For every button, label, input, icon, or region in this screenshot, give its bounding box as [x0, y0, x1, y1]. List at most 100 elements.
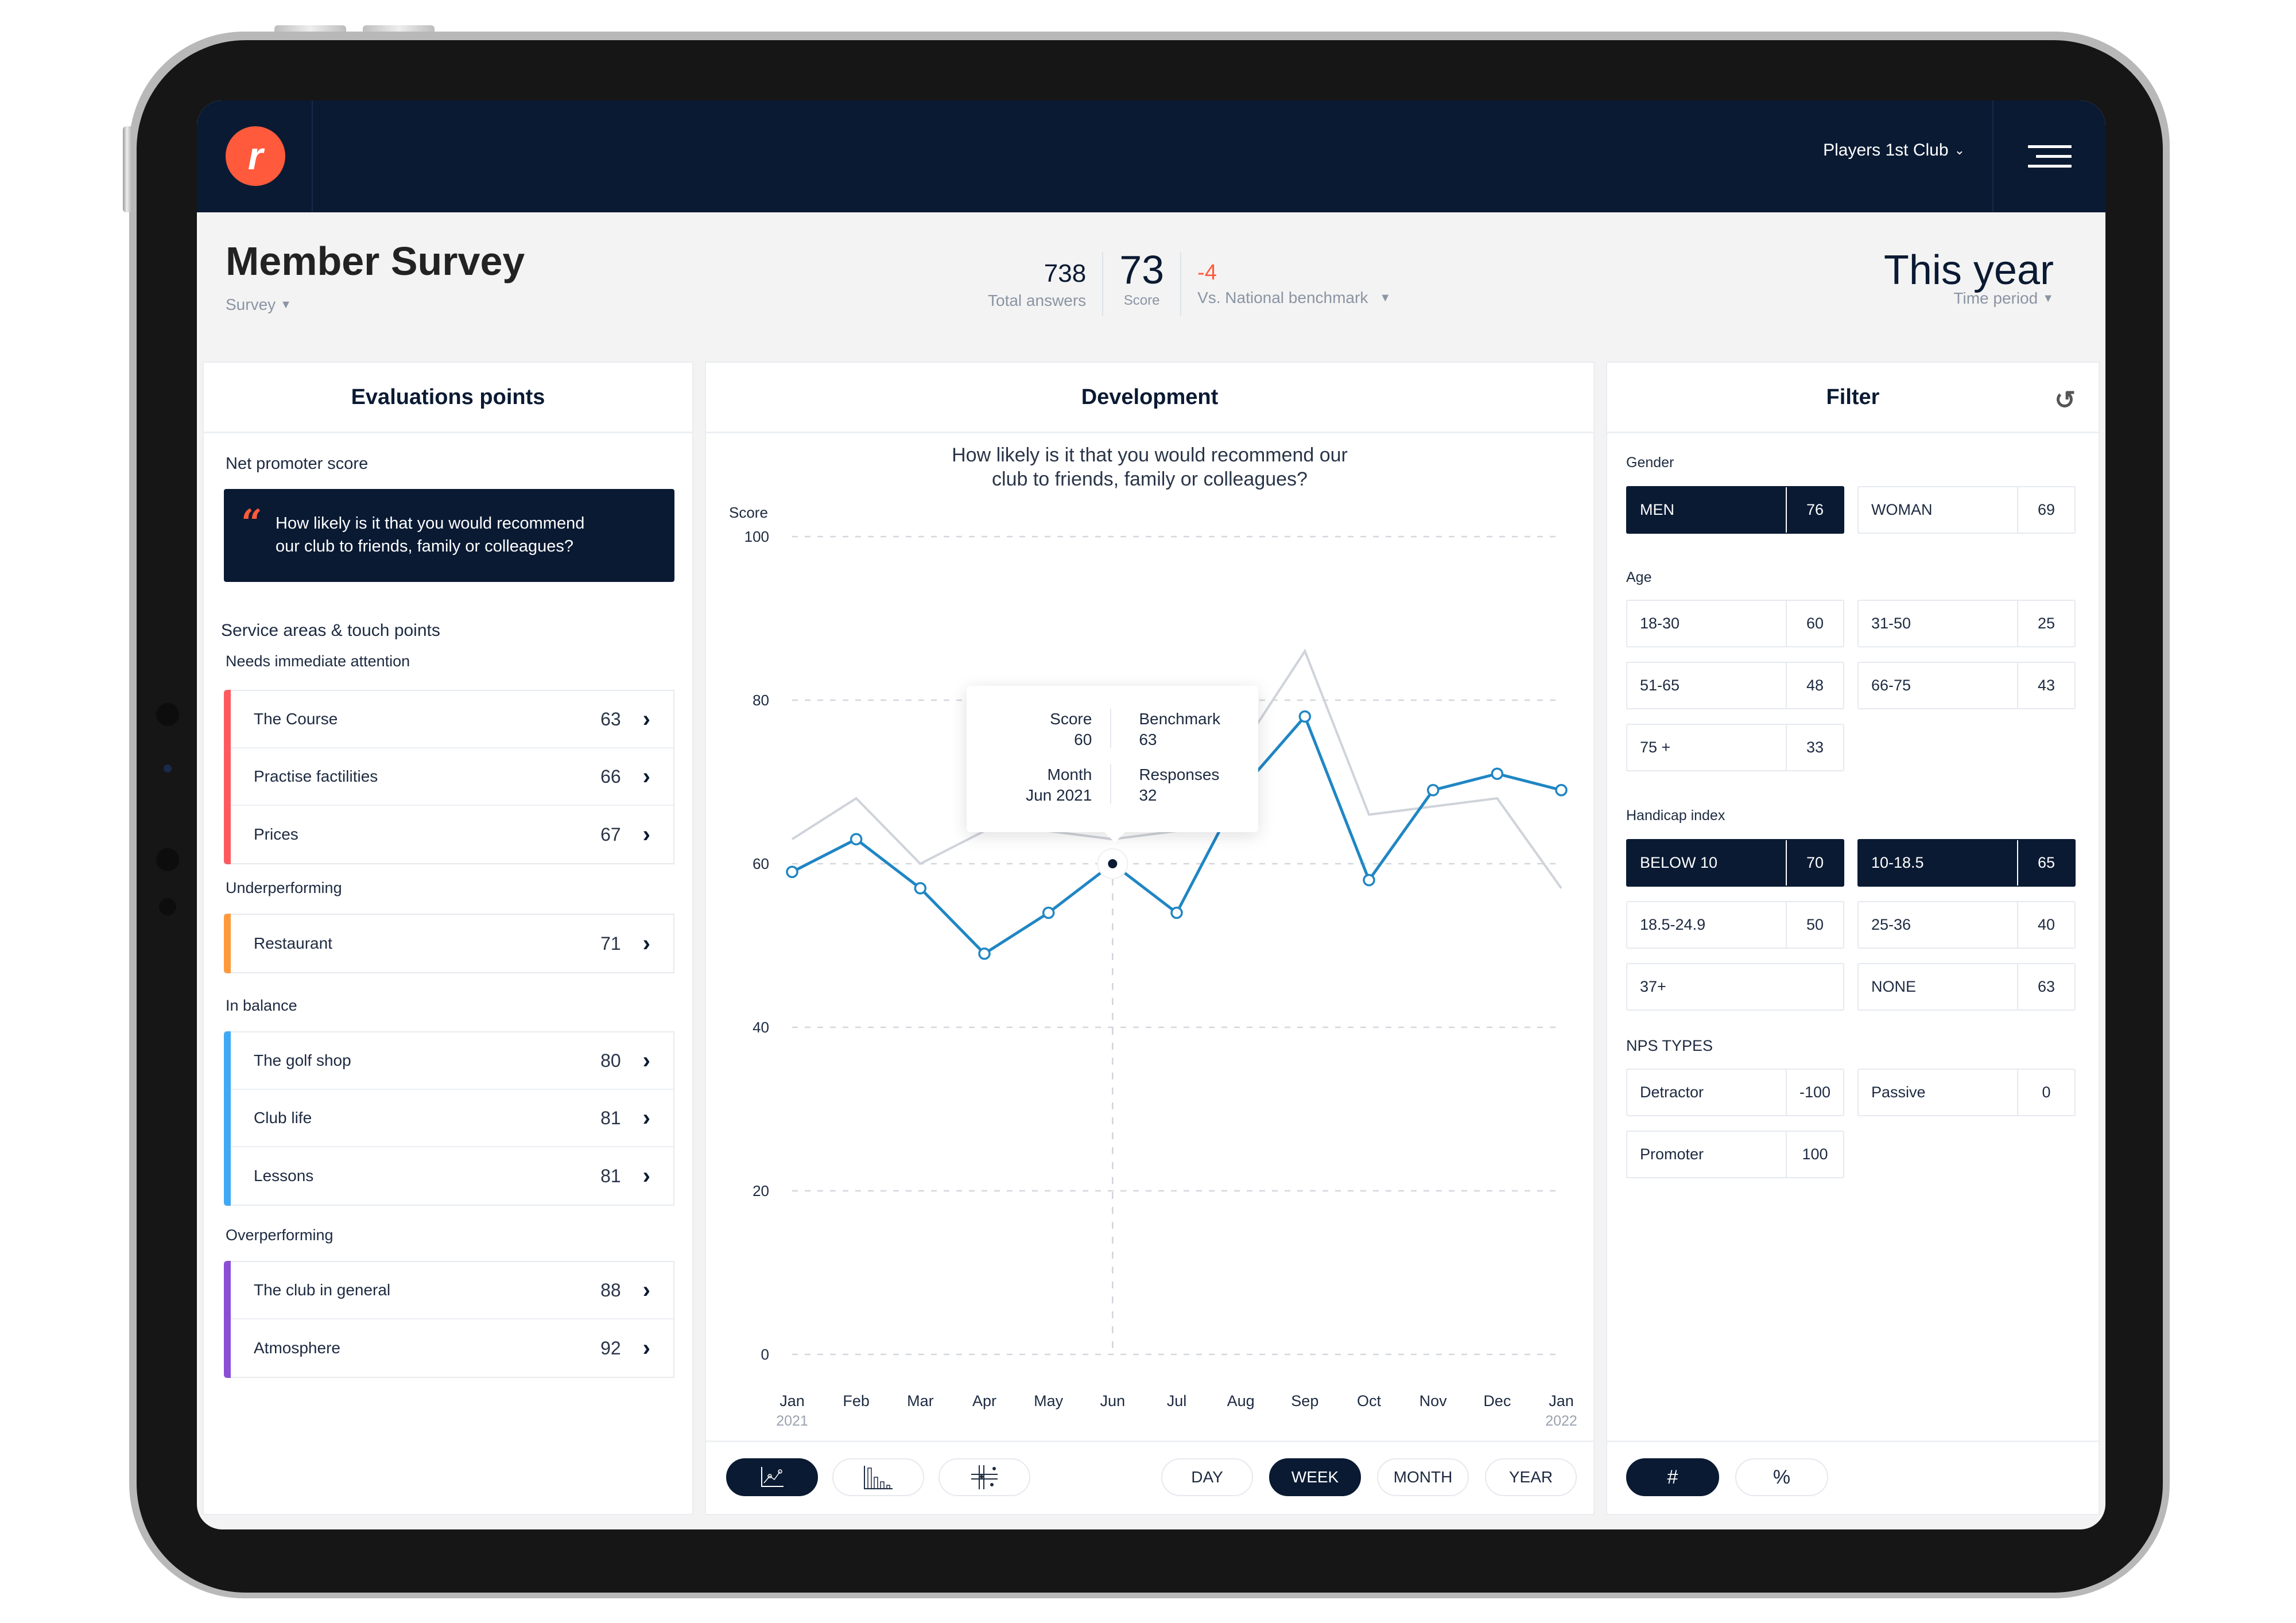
score-data-point — [850, 833, 863, 845]
evaluation-group: The club in general 88 › Atmosphere 92 › — [224, 1261, 674, 1378]
tablet-camera — [156, 848, 179, 871]
evaluation-item[interactable]: The Course 63 › — [225, 691, 673, 748]
status-color-bar — [224, 1031, 231, 1206]
summary-stats: 738 Total answers 73 Score -4 Vs. Nation… — [972, 247, 1407, 316]
tooltip-score-label: Score — [1050, 710, 1092, 728]
app-screen: r Players 1st Club ⌄ Member Survey Surve… — [197, 100, 2105, 1529]
evaluation-item-score: 81 — [600, 1165, 621, 1186]
filter-chip-count: 70 — [1786, 840, 1843, 886]
chevron-right-icon: › — [642, 1105, 650, 1131]
benchmark-dropdown[interactable]: Vs. National benchmark ▼ — [1197, 289, 1391, 307]
filter-chip[interactable]: MEN 76 — [1626, 486, 1844, 534]
filter-chip[interactable]: Passive 0 — [1857, 1069, 2076, 1116]
bar-chart-icon — [864, 1466, 893, 1489]
filter-chip[interactable]: Detractor -100 — [1626, 1069, 1844, 1116]
filter-chip-count: 25 — [2017, 601, 2074, 646]
chevron-down-icon: ⌄ — [1954, 143, 1965, 157]
highlight-point — [1108, 859, 1118, 868]
y-tick-label: 60 — [753, 855, 769, 872]
filter-chip[interactable]: Promoter 100 — [1626, 1131, 1844, 1178]
filter-chip-label: 10-18.5 — [1871, 854, 1924, 871]
chevron-right-icon: › — [642, 930, 650, 956]
filter-section-label: Gender — [1626, 455, 1674, 471]
evaluation-item[interactable]: The golf shop 80 › — [225, 1032, 673, 1090]
chevron-right-icon: › — [642, 1277, 650, 1303]
filter-chip-label: MEN — [1640, 501, 1674, 518]
time-period[interactable]: This year Time period ▼ — [1884, 247, 2054, 308]
tooltip-responses-value: 32 — [1139, 786, 1157, 804]
filter-chip-label: 66-75 — [1871, 677, 1911, 694]
score-label: Score — [1123, 293, 1160, 308]
filter-chip-count: 40 — [2017, 902, 2074, 948]
filter-chip[interactable]: BELOW 10 70 — [1626, 839, 1844, 887]
filter-section-label: NPS TYPES — [1626, 1037, 1713, 1054]
granularity-day-button[interactable]: DAY — [1161, 1458, 1253, 1496]
filter-chip[interactable]: 51-65 48 — [1626, 662, 1844, 709]
evaluation-item[interactable]: Prices 67 › — [225, 806, 673, 863]
evaluation-item[interactable]: Restaurant 71 › — [225, 915, 673, 972]
granularity-year-button[interactable]: YEAR — [1485, 1458, 1577, 1496]
benchmark-stat[interactable]: -4 Vs. National benchmark ▼ — [1181, 247, 1407, 307]
evaluation-item[interactable]: Atmosphere 92 › — [225, 1319, 673, 1377]
filter-chip[interactable]: WOMAN 69 — [1857, 486, 2076, 534]
y-tick-label: 20 — [753, 1182, 769, 1199]
benchmark-label: Vs. National benchmark — [1197, 289, 1368, 306]
score-data-point — [1298, 710, 1312, 723]
line-chart-button[interactable] — [726, 1458, 818, 1496]
x-tick-label: Oct — [1357, 1392, 1382, 1410]
nps-question-line: How likely is it that you would recommen… — [276, 514, 585, 533]
filter-chip-count: 50 — [1786, 902, 1843, 948]
x-tick-label: Apr — [972, 1392, 996, 1410]
group-label: In balance — [226, 997, 297, 1014]
filter-chip-count: 43 — [2017, 663, 2074, 708]
score-data-point — [786, 865, 798, 878]
percent-unit-button[interactable]: % — [1735, 1458, 1828, 1496]
evaluation-item-score: 80 — [600, 1050, 621, 1071]
tablet-camera — [159, 898, 176, 915]
evaluation-item[interactable]: The club in general 88 › — [225, 1262, 673, 1319]
status-color-bar — [224, 690, 231, 864]
count-unit-button[interactable]: # — [1626, 1458, 1719, 1496]
filter-chip[interactable]: 75 + 33 — [1626, 724, 1844, 771]
evaluation-item[interactable]: Lessons 81 › — [225, 1147, 673, 1205]
y-tick-label: 100 — [744, 528, 769, 545]
filter-chip[interactable]: 18-30 60 — [1626, 600, 1844, 647]
line-chart[interactable]: Score 0 20 40 60 80 100 Jan 2021 Feb Mar Apr May Jun J… — [706, 363, 1593, 1442]
x-tick-label: Aug — [1227, 1392, 1255, 1410]
chevron-down-icon: ▼ — [280, 298, 292, 311]
bar-chart-button[interactable] — [832, 1458, 924, 1496]
evaluation-item[interactable]: Club life 81 › — [225, 1090, 673, 1147]
filter-chip[interactable]: 37+ — [1626, 963, 1844, 1011]
score-data-point — [1491, 767, 1504, 780]
granularity-week-button[interactable]: WEEK — [1269, 1458, 1361, 1496]
reset-icon[interactable]: ↺ — [2054, 386, 2076, 415]
scatter-chart-icon — [971, 1465, 998, 1489]
x-tick-label: Jan — [1549, 1392, 1574, 1410]
evaluation-group: The golf shop 80 › Club life 81 › Lessons 81 › — [224, 1031, 674, 1206]
chart-toolbar: DAY WEEK MONTH YEAR — [706, 1440, 1593, 1514]
filter-chip[interactable]: 25-36 40 — [1857, 901, 2076, 949]
filter-chip[interactable]: 18.5-24.9 50 — [1626, 901, 1844, 949]
filter-chip-label: 75 + — [1640, 739, 1671, 756]
evaluation-item[interactable]: Practise factilities 66 › — [225, 748, 673, 806]
nps-question-card[interactable]: “ How likely is it that you would recomm… — [224, 489, 674, 582]
nps-label: Net promoter score — [226, 455, 369, 473]
tooltip-month: Month Jun 2021 — [1026, 764, 1092, 806]
filter-chip[interactable]: 66-75 43 — [1857, 662, 2076, 709]
filter-chip[interactable]: 10-18.5 65 — [1857, 839, 2076, 887]
filter-chip-count: 48 — [1786, 663, 1843, 708]
group-label: Underperforming — [226, 879, 342, 896]
survey-dropdown[interactable]: Survey ▼ — [226, 296, 292, 314]
scatter-chart-button[interactable] — [938, 1458, 1030, 1496]
club-selector[interactable]: Players 1st Club ⌄ — [1823, 141, 1965, 160]
filter-chip[interactable]: NONE 63 — [1857, 963, 2076, 1011]
chevron-right-icon: › — [642, 706, 650, 732]
evaluation-item-name: The golf shop — [254, 1051, 351, 1069]
x-tick-label: Nov — [1420, 1392, 1448, 1410]
evaluation-item-score: 88 — [600, 1279, 621, 1300]
menu-icon[interactable] — [2028, 145, 2072, 168]
x-tick-label: Jan — [779, 1392, 805, 1410]
logo-icon[interactable]: r — [226, 126, 285, 186]
filter-chip[interactable]: 31-50 25 — [1857, 600, 2076, 647]
granularity-month-button[interactable]: MONTH — [1377, 1458, 1469, 1496]
